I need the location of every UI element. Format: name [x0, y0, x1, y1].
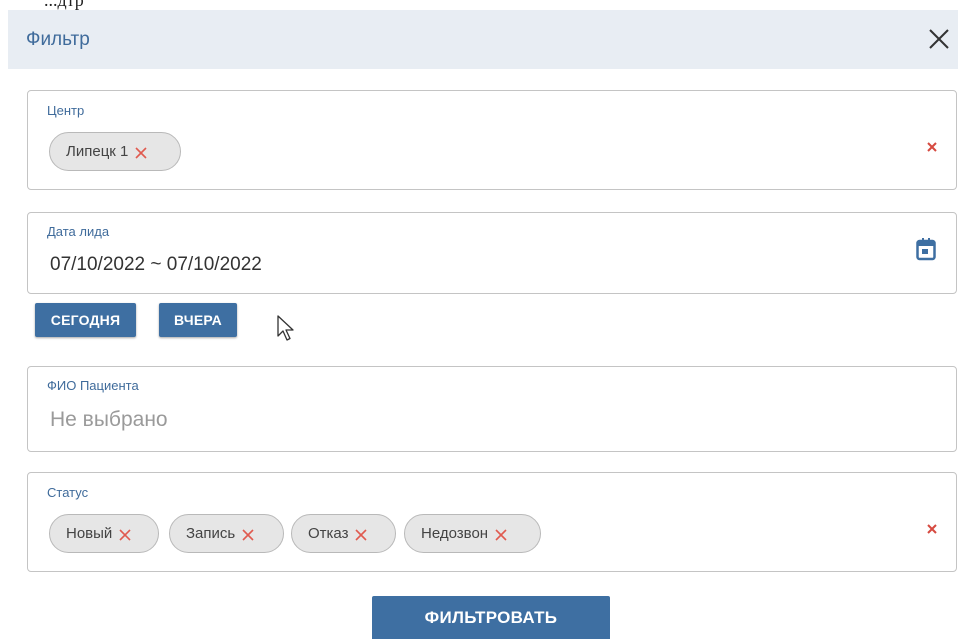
lead-date-field[interactable]: Дата лида 07/10/2022 ~ 07/10/2022 [27, 212, 957, 294]
chip-remove-icon[interactable] [116, 525, 134, 543]
patient-name-field[interactable]: ФИО Пациента Не выбрано [27, 366, 957, 452]
chip-remove-icon[interactable] [239, 525, 257, 543]
dialog-title: Фильтр [26, 29, 90, 50]
chip-center: Липецк 1 [49, 132, 181, 171]
top-clipped-strip: ...дтр [0, 0, 958, 10]
close-icon [929, 29, 949, 49]
chip-label: Липецк 1 [66, 143, 129, 160]
status-select[interactable]: Статус Новый Запись Отказ Недозвон [27, 472, 957, 572]
clear-x-icon[interactable] [926, 522, 938, 534]
chip-status: Запись [169, 514, 284, 553]
patient-name-placeholder: Не выбрано [50, 408, 168, 431]
center-label: Центр [47, 103, 85, 118]
patient-name-label: ФИО Пациента [47, 378, 139, 393]
date-range-value: 07/10/2022 ~ 07/10/2022 [50, 254, 262, 275]
clear-x-icon[interactable] [926, 140, 938, 152]
chip-remove-icon[interactable] [352, 525, 370, 543]
chip-label: Новый [66, 525, 113, 542]
chip-remove-icon[interactable] [492, 525, 510, 543]
chip-status: Недозвон [404, 514, 541, 553]
lead-date-label: Дата лида [47, 224, 110, 239]
chip-status: Новый [49, 514, 159, 553]
mouse-cursor-icon [277, 315, 294, 341]
today-button[interactable]: СЕГОДНЯ [35, 303, 136, 337]
chip-remove-icon[interactable] [132, 143, 150, 161]
yesterday-button[interactable]: ВЧЕРА [159, 303, 237, 337]
chip-label: Запись [186, 525, 236, 542]
dialog-header: Фильтр [8, 10, 958, 69]
chip-label: Недозвон [421, 525, 489, 542]
chip-status: Отказ [291, 514, 396, 553]
calendar-icon[interactable] [916, 237, 936, 261]
chip-label: Отказ [308, 525, 349, 542]
filter-submit-button[interactable]: ФИЛЬТРОВАТЬ [372, 596, 610, 639]
center-select[interactable]: Центр Липецк 1 [27, 90, 957, 190]
status-label: Статус [47, 485, 89, 500]
close-button[interactable] [924, 24, 954, 54]
